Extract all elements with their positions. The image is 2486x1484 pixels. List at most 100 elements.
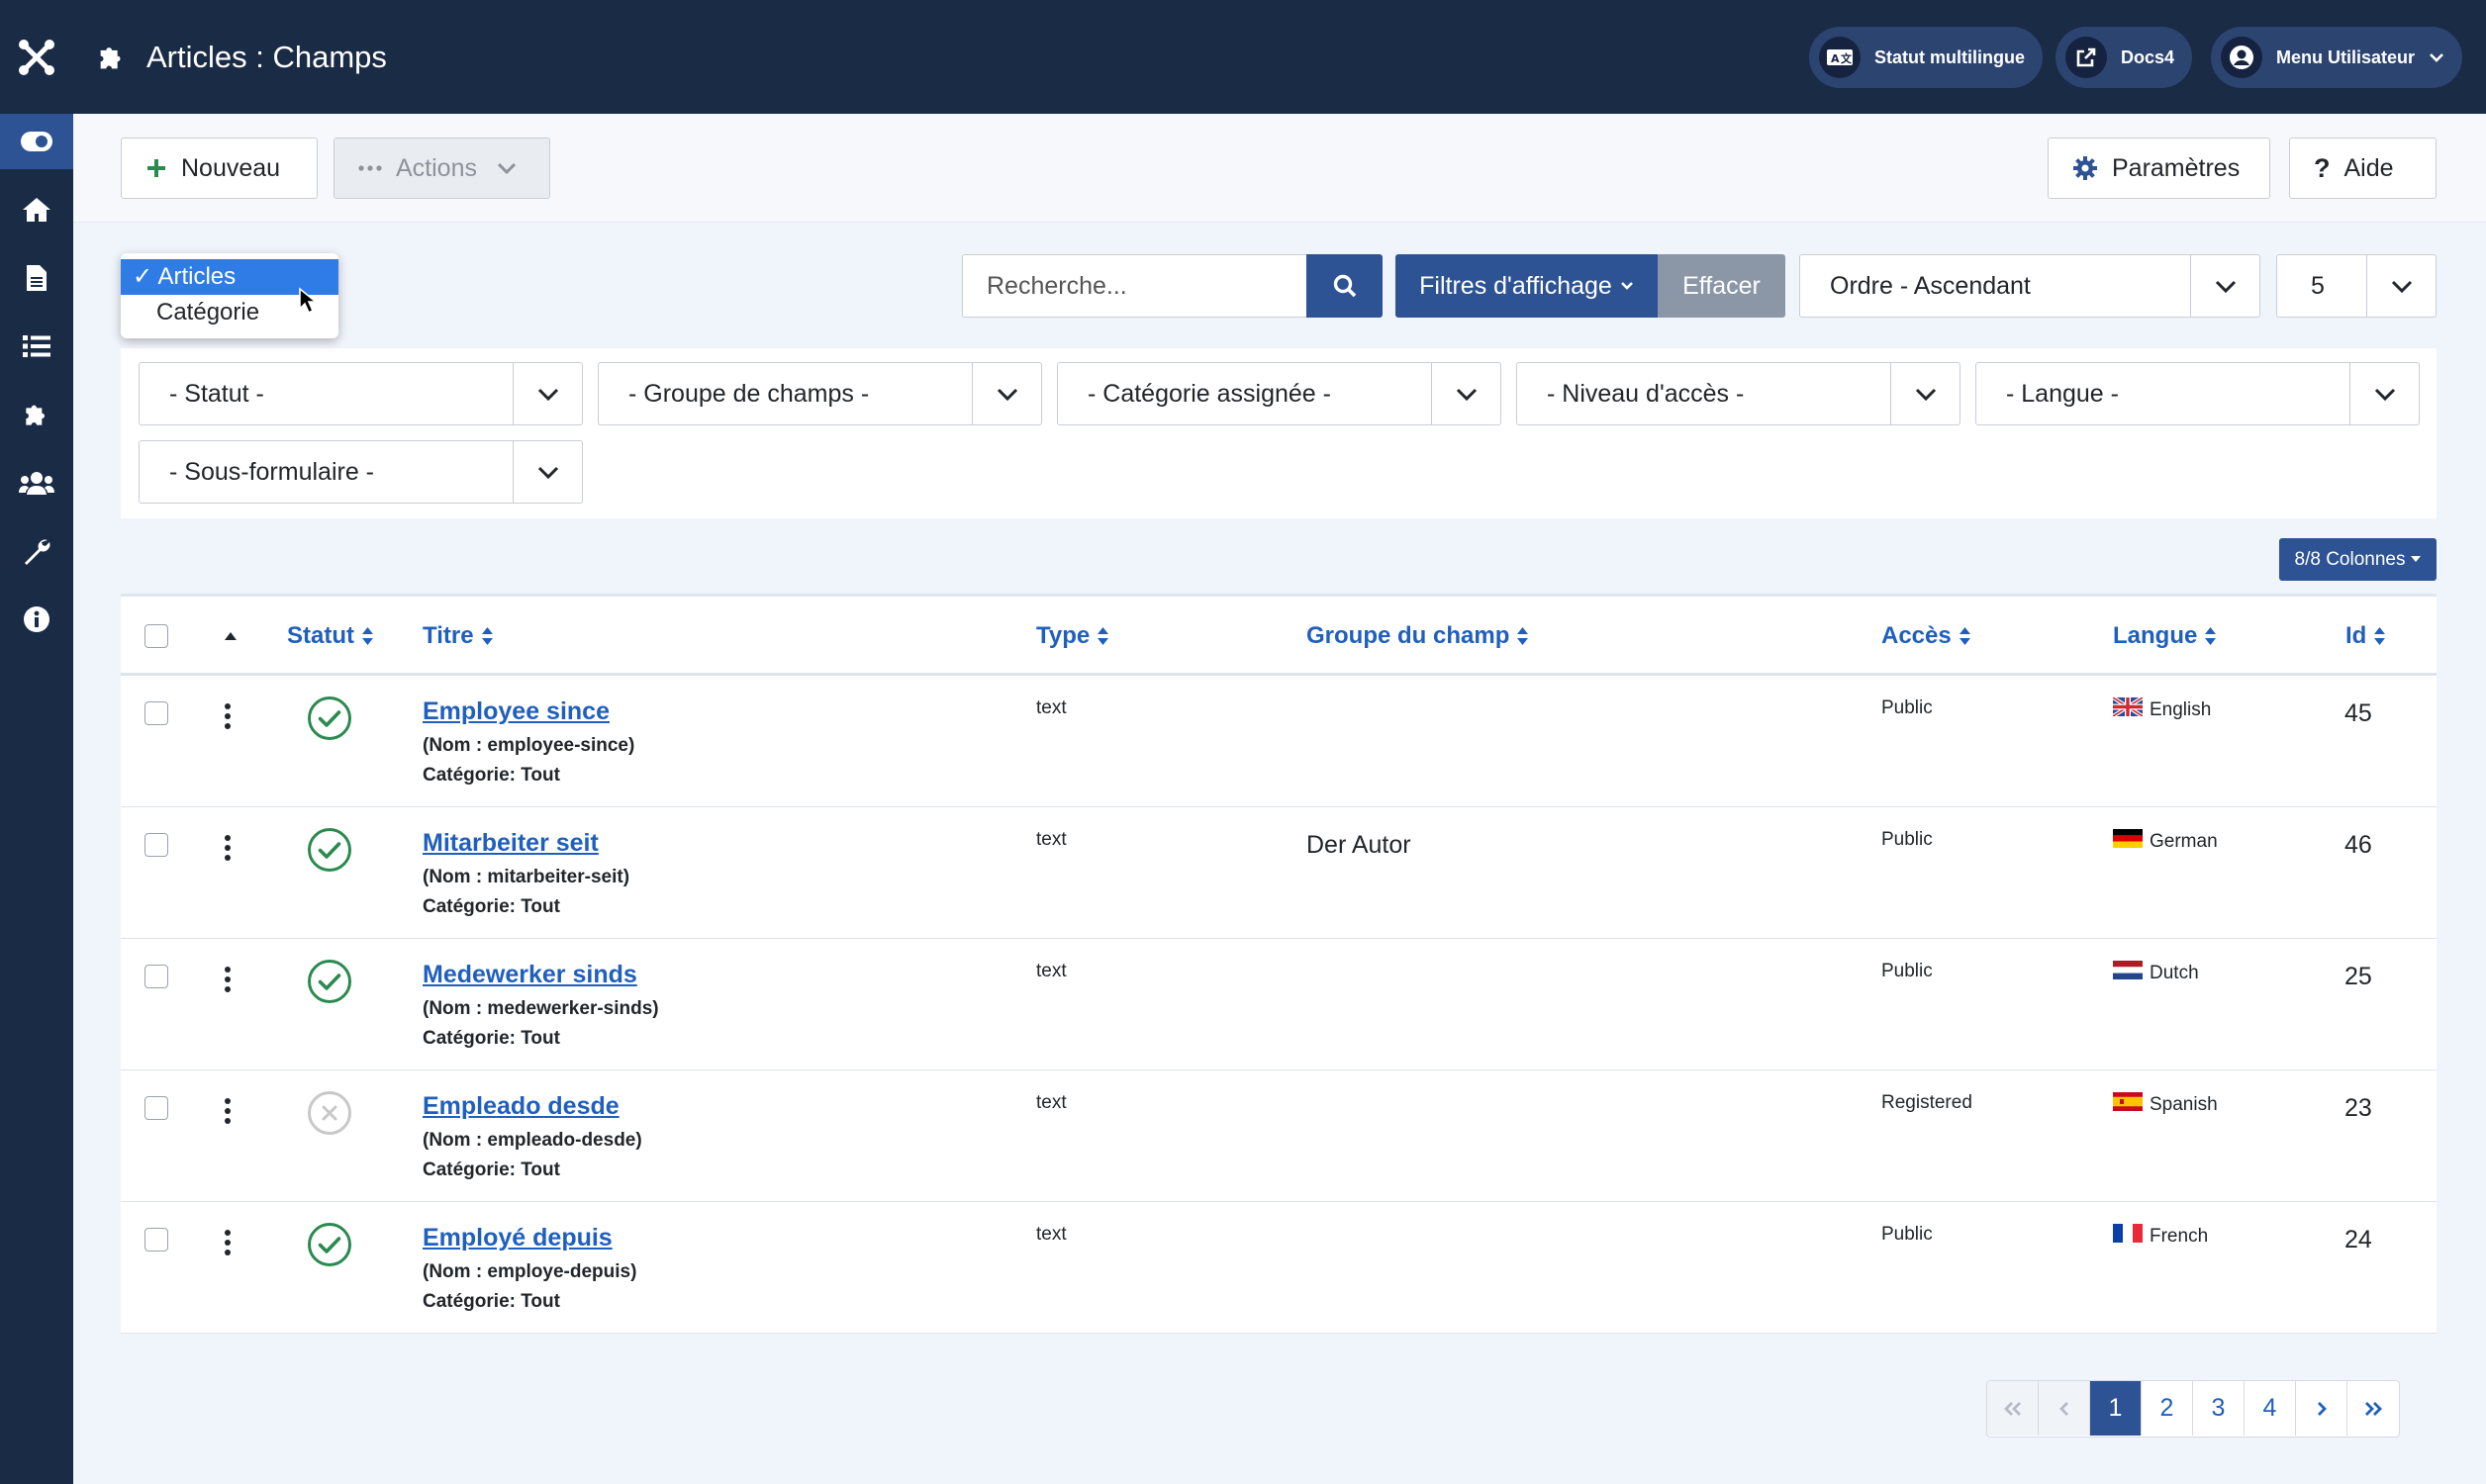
svg-text:A: A bbox=[1831, 52, 1840, 65]
new-button[interactable]: Nouveau bbox=[121, 138, 318, 199]
search-button[interactable] bbox=[1306, 254, 1383, 318]
field-title-link[interactable]: Employé depuis bbox=[423, 1224, 613, 1252]
page-button-4[interactable]: 4 bbox=[2245, 1381, 2296, 1436]
users-icon bbox=[19, 472, 54, 495]
chevron-left-icon bbox=[2058, 1401, 2068, 1416]
status-toggle[interactable] bbox=[307, 696, 352, 746]
actions-button[interactable]: Actions bbox=[334, 138, 550, 199]
row-actions-kebab-icon[interactable] bbox=[224, 703, 232, 729]
language-filter-select[interactable]: - Langue - bbox=[1975, 362, 2420, 425]
field-title-link[interactable]: Medewerker sinds bbox=[423, 961, 637, 989]
field-title-link[interactable]: Empleado desde bbox=[423, 1092, 620, 1121]
chevron-down-icon bbox=[2349, 363, 2419, 424]
filter-options-label: Filtres d'affichage bbox=[1419, 271, 1612, 300]
options-button[interactable]: Paramètres bbox=[2048, 138, 2270, 199]
table-row: Medewerker sinds (Nom : medewerker-sinds)… bbox=[121, 939, 2437, 1070]
last-page-button[interactable] bbox=[2347, 1381, 2399, 1436]
sidebar-item-components[interactable] bbox=[0, 387, 73, 442]
type-column-header[interactable]: Type bbox=[1036, 622, 1109, 650]
user-menu-button[interactable]: Menu Utilisateur bbox=[2211, 27, 2463, 88]
help-button[interactable]: ? Aide bbox=[2289, 138, 2437, 199]
group-column-header[interactable]: Groupe du champ bbox=[1306, 622, 1529, 650]
field-category: Catégorie: Tout bbox=[423, 1291, 560, 1312]
status-toggle[interactable] bbox=[307, 959, 352, 1009]
filter-options-button[interactable]: Filtres d'affichage bbox=[1395, 254, 1658, 318]
puzzle-icon bbox=[100, 46, 121, 68]
language-column-header[interactable]: Langue bbox=[2113, 622, 2217, 650]
first-page-button[interactable] bbox=[1987, 1381, 2039, 1436]
title-column-header[interactable]: Titre bbox=[423, 622, 494, 650]
status-toggle[interactable] bbox=[307, 1090, 352, 1141]
next-page-button[interactable] bbox=[2296, 1381, 2347, 1436]
id-column-label: Id bbox=[2345, 622, 2367, 649]
row-checkbox[interactable] bbox=[144, 1096, 168, 1120]
field-access: Registered bbox=[1881, 1092, 1972, 1113]
fr-flag-icon bbox=[2113, 1224, 2143, 1249]
sidebar-item-home[interactable] bbox=[0, 182, 73, 237]
sort-icon bbox=[1959, 627, 1970, 645]
field-id: 23 bbox=[2344, 1094, 2372, 1122]
document-icon bbox=[27, 265, 47, 291]
row-checkbox[interactable] bbox=[144, 701, 168, 725]
subform-filter-select[interactable]: - Sous-formulaire - bbox=[139, 440, 583, 504]
wrench-icon bbox=[25, 539, 50, 565]
sort-icon bbox=[1098, 627, 1109, 645]
row-actions-kebab-icon[interactable] bbox=[224, 1098, 232, 1124]
docs-button[interactable]: Docs4 bbox=[2056, 27, 2193, 88]
page-button-3[interactable]: 3 bbox=[2193, 1381, 2245, 1436]
page-button-1[interactable]: 1 bbox=[2090, 1381, 2142, 1436]
language-filter-value: - Langue - bbox=[2006, 379, 2119, 408]
sidebar-item-menus[interactable] bbox=[0, 319, 73, 374]
status-column-header[interactable]: Statut bbox=[287, 622, 374, 650]
status-toggle[interactable] bbox=[307, 827, 352, 878]
multilingual-status-label: Statut multilingue bbox=[1874, 46, 2025, 67]
assigned-category-filter-select[interactable]: - Catégorie assignée - bbox=[1057, 362, 1501, 425]
access-level-filter-select[interactable]: - Niveau d'accès - bbox=[1516, 362, 1960, 425]
previous-page-button[interactable] bbox=[2039, 1381, 2090, 1436]
select-all-checkbox[interactable] bbox=[144, 624, 168, 648]
row-actions-kebab-icon[interactable] bbox=[224, 967, 232, 992]
field-access: Public bbox=[1881, 1224, 1933, 1245]
row-actions-kebab-icon[interactable] bbox=[224, 1230, 232, 1255]
id-column-header[interactable]: Id bbox=[2345, 622, 2386, 650]
search-placeholder: Recherche... bbox=[987, 271, 1127, 300]
field-group-filter-select[interactable]: - Groupe de champs - bbox=[598, 362, 1042, 425]
field-category: Catégorie: Tout bbox=[423, 1028, 560, 1049]
multilingual-status-button[interactable]: A文 Statut multilingue bbox=[1809, 27, 2043, 88]
field-name: (Nom : employe-depuis) bbox=[423, 1261, 637, 1282]
field-name: (Nom : employee-since) bbox=[423, 735, 635, 756]
group-column-label: Groupe du champ bbox=[1306, 622, 1510, 649]
sort-ascending-icon[interactable] bbox=[224, 631, 238, 641]
joomla-logo[interactable] bbox=[0, 0, 73, 114]
columns-button[interactable]: 8/8 Colonnes bbox=[2279, 538, 2437, 581]
clear-button[interactable]: Effacer bbox=[1658, 254, 1785, 318]
row-checkbox[interactable] bbox=[144, 965, 168, 988]
status-filter-select[interactable]: - Statut - bbox=[139, 362, 583, 425]
published-check-icon bbox=[308, 828, 351, 872]
status-toggle[interactable] bbox=[307, 1222, 352, 1272]
field-language: Dutch bbox=[2113, 961, 2199, 985]
row-checkbox[interactable] bbox=[144, 1228, 168, 1252]
sidebar-item-system[interactable] bbox=[0, 523, 73, 579]
sidebar-item-toggle[interactable] bbox=[0, 114, 73, 169]
published-check-icon bbox=[308, 960, 351, 1003]
list-limit-select[interactable]: 5 bbox=[2276, 254, 2437, 318]
access-column-header[interactable]: Accès bbox=[1881, 622, 1971, 650]
published-check-icon bbox=[308, 1223, 351, 1266]
ordering-select[interactable]: Ordre - Ascendant bbox=[1799, 254, 2260, 318]
sidebar-item-users[interactable] bbox=[0, 455, 73, 510]
sidebar-item-content[interactable] bbox=[0, 250, 73, 306]
field-title-link[interactable]: Employee since bbox=[423, 697, 610, 726]
field-access: Public bbox=[1881, 697, 1933, 718]
field-name: (Nom : medewerker-sinds) bbox=[423, 998, 659, 1019]
sidebar-item-help[interactable] bbox=[0, 592, 73, 647]
row-actions-kebab-icon[interactable] bbox=[224, 835, 232, 861]
row-checkbox[interactable] bbox=[144, 833, 168, 857]
access-column-label: Accès bbox=[1881, 622, 1952, 649]
field-access: Public bbox=[1881, 961, 1933, 981]
page-button-2[interactable]: 2 bbox=[2142, 1381, 2193, 1436]
context-option-articles-label: Articles bbox=[157, 263, 237, 290]
field-title-link[interactable]: Mitarbeiter seit bbox=[423, 829, 599, 858]
field-id: 45 bbox=[2344, 699, 2372, 727]
search-input[interactable]: Recherche... bbox=[962, 254, 1307, 318]
